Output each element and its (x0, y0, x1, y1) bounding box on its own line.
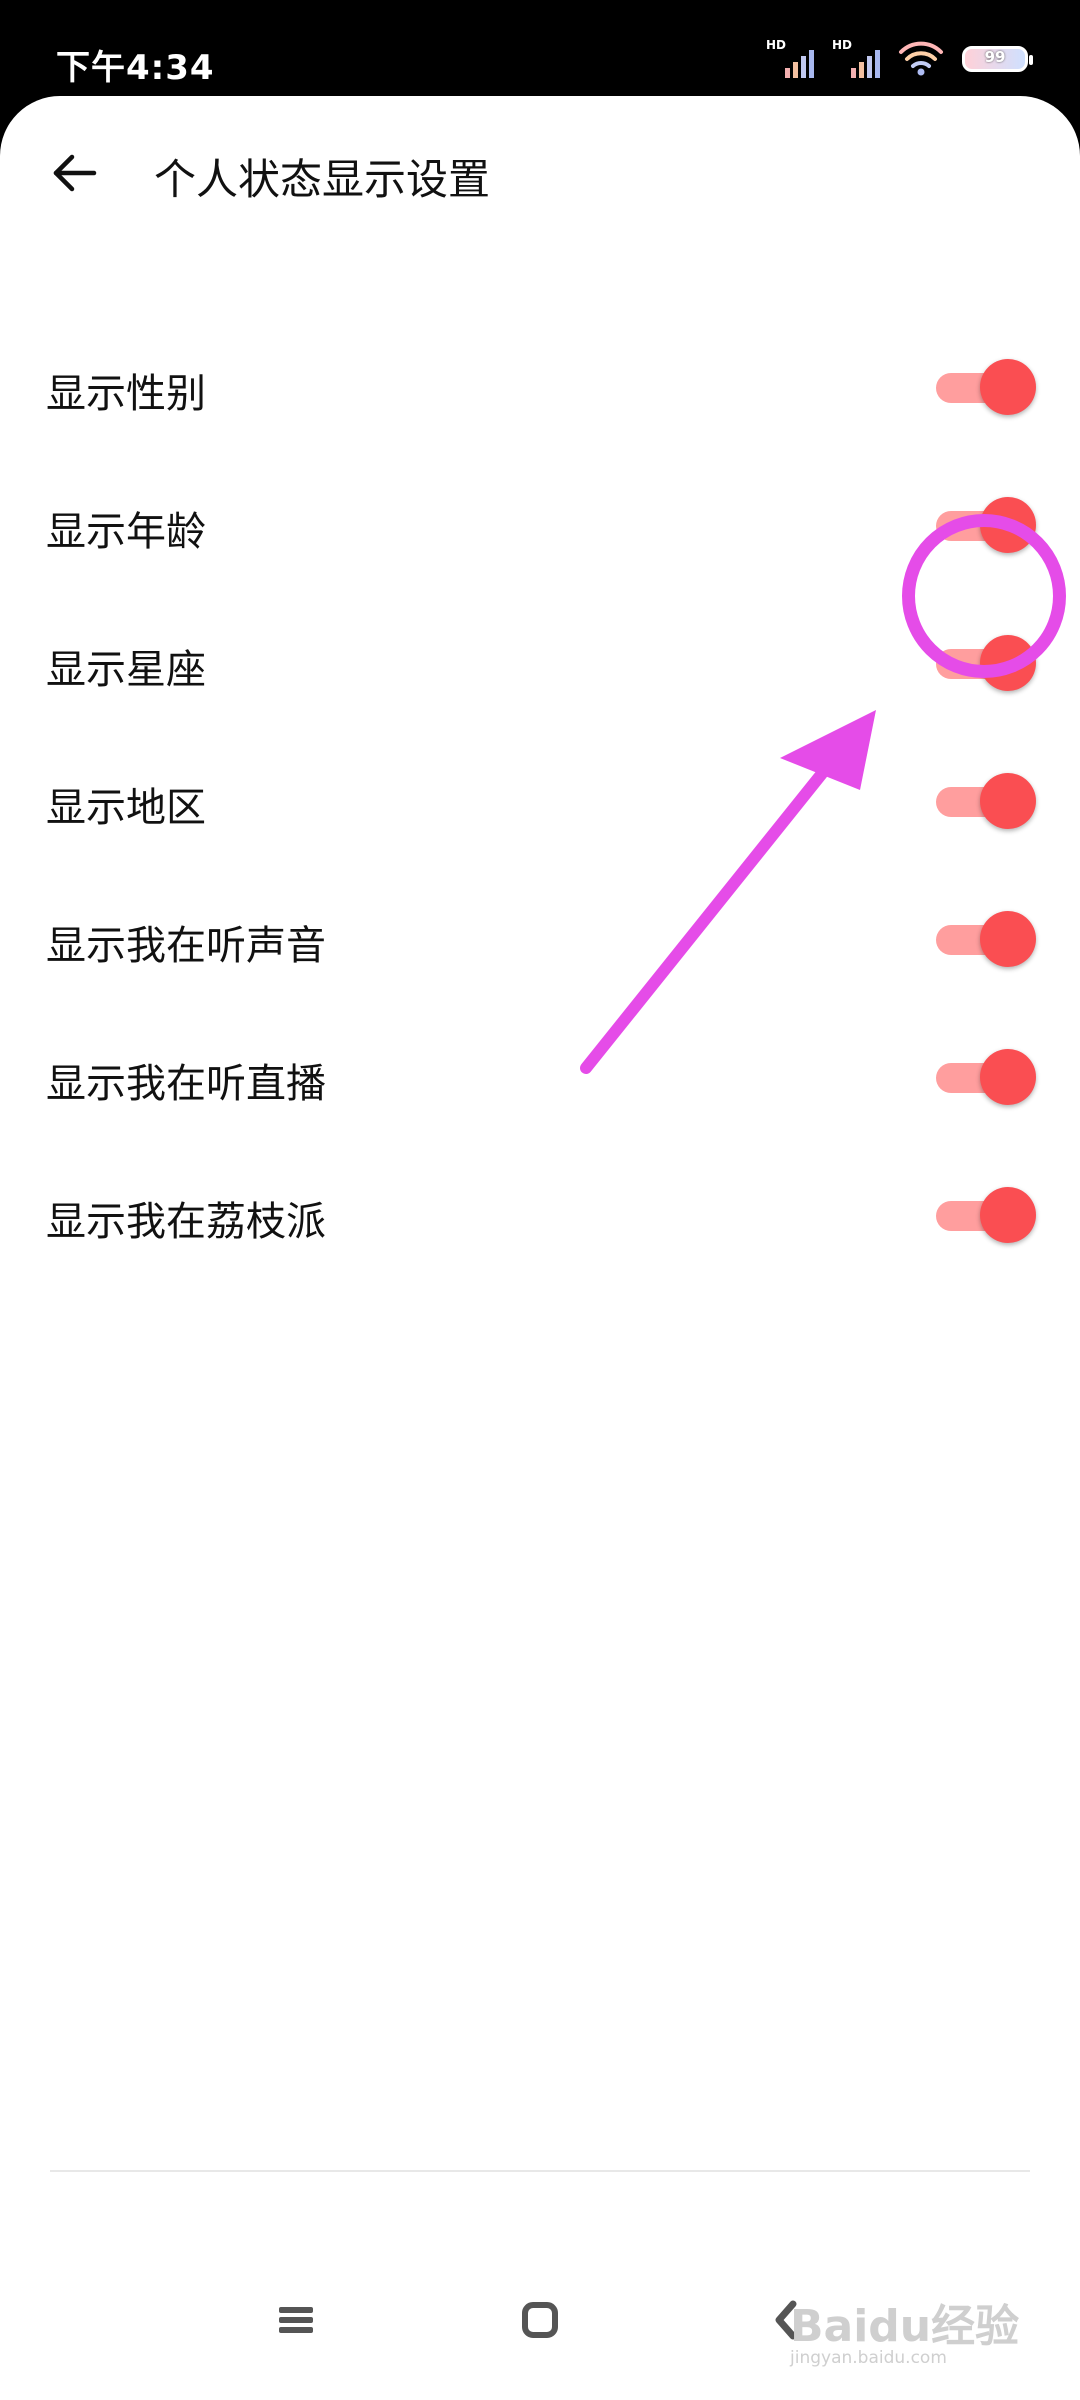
app-header: 个人状态显示设置 (0, 96, 1080, 252)
toggle-thumb (980, 911, 1036, 967)
menu-icon (279, 2307, 313, 2333)
home-square-icon (522, 2302, 558, 2338)
setting-row-gender: 显示性别 (0, 319, 1080, 457)
page-title: 个人状态显示设置 (154, 155, 491, 204)
cellular-signal-2-icon: HD (832, 38, 880, 78)
signal-1-hd-label: HD (766, 38, 787, 52)
home-button[interactable] (510, 2290, 570, 2350)
baidu-jingyan-watermark: Baidu经验 jingyan.baidu.com (790, 2286, 1040, 2376)
battery-icon: 99 (962, 46, 1033, 72)
back-arrow-icon[interactable] (48, 146, 102, 200)
system-nav-bar: Baidu经验 jingyan.baidu.com (0, 2172, 1080, 2400)
gender-toggle[interactable] (936, 359, 1036, 417)
setting-row-listening-audio: 显示我在听声音 (0, 871, 1080, 1009)
listening-live-toggle[interactable] (936, 1049, 1036, 1107)
toggle-thumb (980, 773, 1036, 829)
lizhi-pai-toggle[interactable] (936, 1187, 1036, 1245)
settings-screen: 个人状态显示设置 显示性别 显示年龄 显示星座 显示地区 显示我在听声音 显示我… (0, 96, 1080, 2400)
status-bar: 下午4:34 HD HD 99 (0, 0, 1080, 96)
setting-row-lizhi-pai: 显示我在荔枝派 (0, 1147, 1080, 1285)
status-icons: HD HD 99 (766, 38, 1033, 78)
signal-2-hd-label: HD (832, 38, 853, 52)
settings-list: 显示性别 显示年龄 显示星座 显示地区 显示我在听声音 显示我在听直播 显示我在… (0, 319, 1080, 1285)
setting-label: 显示地区 (46, 785, 206, 831)
status-time: 下午4:34 (56, 48, 215, 88)
watermark-domain: jingyan.baidu.com (790, 2348, 947, 2368)
watermark-brand: Baidu经验 (790, 2301, 1020, 2352)
recent-apps-button[interactable] (266, 2290, 326, 2350)
setting-row-region: 显示地区 (0, 733, 1080, 871)
cellular-signal-1-icon: HD (766, 38, 814, 78)
setting-label: 显示我在听声音 (46, 923, 326, 969)
wifi-icon (899, 41, 943, 76)
setting-label: 显示年龄 (46, 509, 206, 555)
setting-label: 显示我在听直播 (46, 1061, 326, 1107)
setting-label: 显示我在荔枝派 (46, 1199, 326, 1245)
annotation-circle (902, 514, 1066, 678)
annotation-arrow-icon (580, 710, 876, 1074)
toggle-thumb (980, 1049, 1036, 1105)
toggle-thumb (980, 359, 1036, 415)
toggle-thumb (980, 1187, 1036, 1243)
setting-label: 显示性别 (46, 371, 206, 417)
setting-label: 显示星座 (46, 647, 206, 693)
battery-level: 99 (984, 48, 1006, 66)
region-toggle[interactable] (936, 773, 1036, 831)
listening-audio-toggle[interactable] (936, 911, 1036, 969)
setting-row-listening-live: 显示我在听直播 (0, 1009, 1080, 1147)
